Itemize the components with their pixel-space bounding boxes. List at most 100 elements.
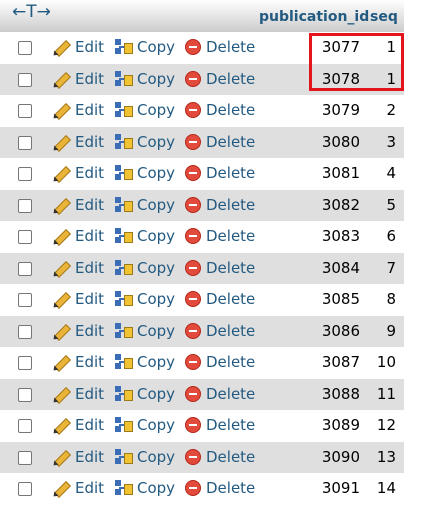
delete-button[interactable]: Delete — [185, 384, 255, 404]
edit-label: Edit — [75, 132, 105, 151]
copy-button[interactable]: Copy — [114, 69, 175, 89]
copy-icon — [114, 322, 133, 340]
edit-button[interactable]: Edit — [52, 321, 104, 341]
row-checkbox[interactable] — [18, 135, 32, 150]
row-checkbox[interactable] — [18, 41, 32, 55]
copy-label: Copy — [137, 195, 176, 214]
row-checkbox[interactable] — [18, 104, 32, 118]
edit-button[interactable]: Edit — [52, 163, 104, 183]
copy-label: Copy — [137, 290, 176, 308]
publication-id-cell: 3088 — [321, 384, 360, 403]
delete-button[interactable]: Delete — [185, 289, 255, 309]
row-checkbox[interactable] — [18, 387, 32, 402]
seq-cell: 7 — [386, 258, 396, 277]
copy-button[interactable]: Copy — [114, 100, 175, 120]
edit-label: Edit — [75, 164, 105, 182]
pencil-icon — [52, 164, 70, 182]
edit-button[interactable]: Edit — [52, 384, 104, 404]
row-checkbox[interactable] — [18, 198, 32, 213]
pencil-icon — [52, 101, 70, 119]
delete-label: Delete — [206, 195, 256, 214]
edit-button[interactable]: Edit — [52, 478, 104, 498]
delete-label: Delete — [206, 38, 256, 56]
copy-button[interactable]: Copy — [114, 289, 175, 309]
row-checkbox[interactable] — [18, 324, 32, 339]
copy-label: Copy — [137, 258, 176, 277]
table-row: Edit Copy Delete 3078 1 — [0, 63, 404, 95]
copy-button[interactable]: Copy — [114, 352, 175, 372]
column-arrows-icon[interactable]: ←T→ — [12, 2, 51, 22]
row-checkbox[interactable] — [18, 72, 32, 87]
delete-label: Delete — [206, 321, 256, 340]
publication-id-cell: 3082 — [321, 195, 360, 214]
row-checkbox[interactable] — [18, 261, 32, 276]
edit-label: Edit — [75, 447, 105, 466]
copy-button[interactable]: Copy — [114, 258, 175, 278]
delete-button[interactable]: Delete — [185, 226, 255, 246]
copy-icon — [114, 133, 133, 151]
row-checkbox[interactable] — [18, 293, 32, 307]
copy-label: Copy — [137, 384, 176, 403]
column-header-publication-id[interactable]: publication_id — [259, 9, 369, 25]
row-checkbox[interactable] — [18, 450, 32, 465]
row-checkbox[interactable] — [18, 482, 32, 496]
table-row: Edit Copy Delete 3086 9 — [0, 315, 404, 347]
delete-button[interactable]: Delete — [185, 37, 255, 57]
delete-button[interactable]: Delete — [185, 321, 255, 341]
edit-button[interactable]: Edit — [52, 226, 104, 246]
copy-label: Copy — [137, 69, 176, 88]
copy-button[interactable]: Copy — [114, 195, 175, 215]
edit-label: Edit — [75, 321, 105, 340]
delete-button[interactable]: Delete — [185, 478, 255, 498]
copy-button[interactable]: Copy — [114, 447, 175, 467]
row-checkbox[interactable] — [18, 419, 32, 433]
edit-button[interactable]: Edit — [52, 289, 104, 309]
row-checkbox[interactable] — [18, 356, 32, 370]
edit-button[interactable]: Edit — [52, 195, 104, 215]
delete-button[interactable]: Delete — [185, 163, 255, 183]
publication-id-cell: 3085 — [321, 290, 360, 308]
copy-label: Copy — [137, 101, 176, 119]
edit-button[interactable]: Edit — [52, 37, 104, 57]
delete-button[interactable]: Delete — [185, 100, 255, 120]
edit-button[interactable]: Edit — [52, 447, 104, 467]
copy-label: Copy — [137, 479, 176, 497]
delete-button[interactable]: Delete — [185, 195, 255, 215]
copy-icon — [114, 479, 133, 497]
delete-icon — [185, 291, 201, 307]
edit-button[interactable]: Edit — [52, 352, 104, 372]
copy-button[interactable]: Copy — [114, 163, 175, 183]
delete-button[interactable]: Delete — [185, 132, 255, 152]
row-checkbox[interactable] — [18, 167, 32, 181]
delete-button[interactable]: Delete — [185, 69, 255, 89]
copy-button[interactable]: Copy — [114, 415, 175, 435]
copy-button[interactable]: Copy — [114, 384, 175, 404]
copy-button[interactable]: Copy — [114, 226, 175, 246]
copy-button[interactable]: Copy — [114, 478, 175, 498]
edit-button[interactable]: Edit — [52, 258, 104, 278]
row-checkbox[interactable] — [18, 230, 32, 244]
delete-icon — [185, 448, 201, 465]
copy-button[interactable]: Copy — [114, 132, 175, 152]
copy-button[interactable]: Copy — [114, 321, 175, 341]
delete-button[interactable]: Delete — [185, 352, 255, 372]
edit-button[interactable]: Edit — [52, 415, 104, 435]
edit-button[interactable]: Edit — [52, 69, 104, 89]
delete-label: Delete — [206, 384, 256, 403]
edit-label: Edit — [75, 258, 105, 277]
column-header-seq[interactable]: seq — [370, 9, 398, 25]
delete-button[interactable]: Delete — [185, 258, 255, 278]
delete-button[interactable]: Delete — [185, 415, 255, 435]
edit-label: Edit — [75, 353, 105, 371]
edit-button[interactable]: Edit — [52, 132, 104, 152]
table-row: Edit Copy Delete 3083 6 — [0, 221, 404, 253]
pencil-icon — [52, 290, 70, 308]
copy-label: Copy — [137, 416, 176, 434]
copy-button[interactable]: Copy — [114, 37, 175, 57]
table-row: Edit Copy Delete 3087 10 — [0, 347, 404, 379]
copy-icon — [114, 164, 133, 182]
delete-icon — [185, 385, 201, 402]
publication-id-cell: 3080 — [321, 132, 360, 151]
edit-button[interactable]: Edit — [52, 100, 104, 120]
delete-button[interactable]: Delete — [185, 447, 255, 467]
